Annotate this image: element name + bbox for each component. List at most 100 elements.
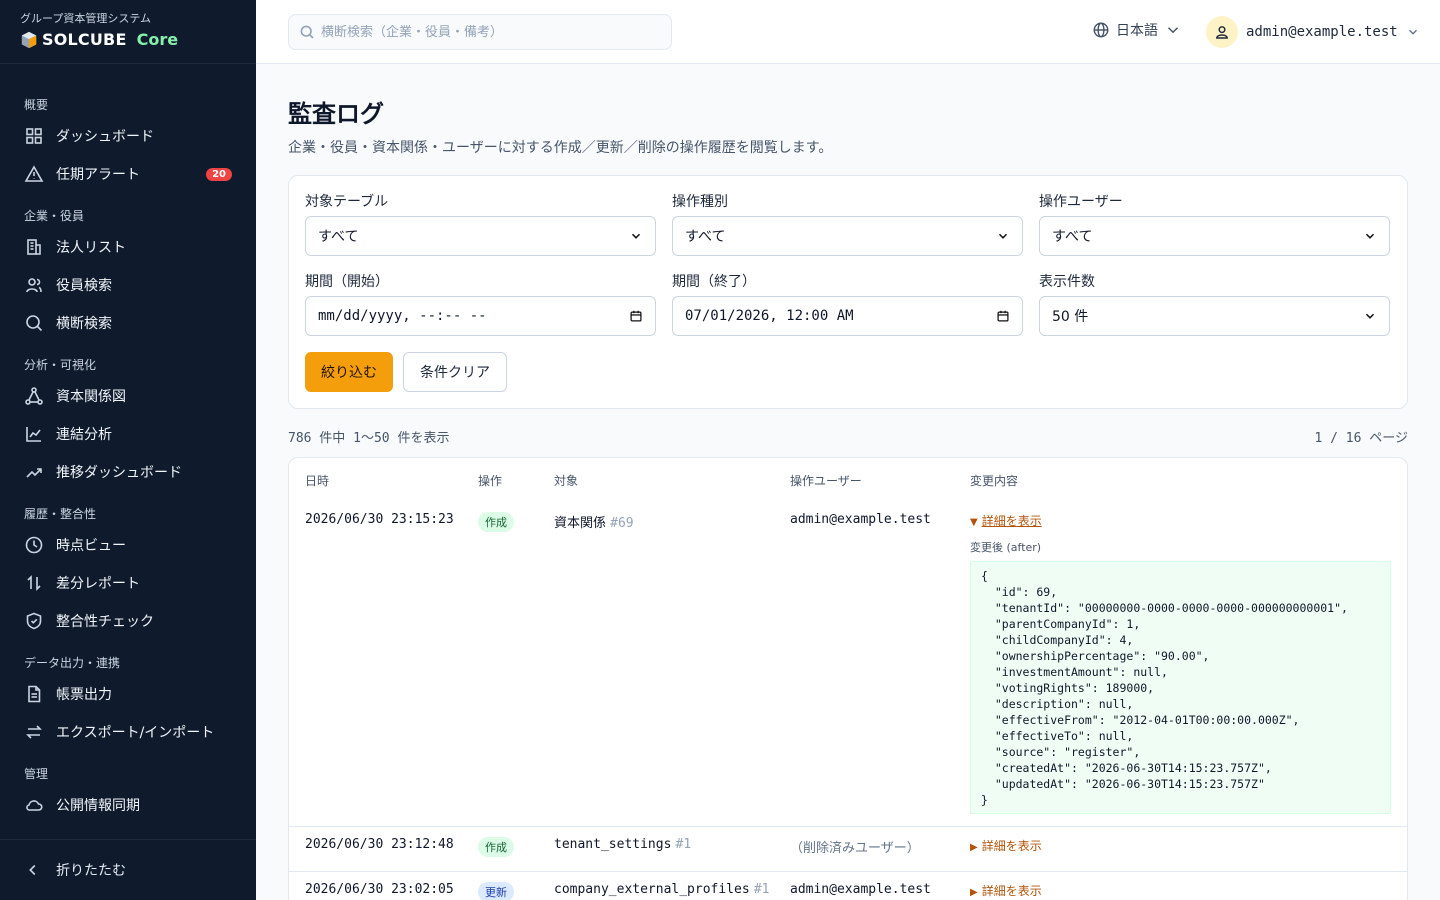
user-email: admin@example.test [1246, 24, 1398, 40]
sidebar-item-label: 資本関係図 [56, 389, 126, 405]
brand-name: SOLCUBE [42, 30, 127, 49]
sidebar-item-consolidation[interactable]: 連結分析 [0, 415, 256, 453]
collapsed-triangle-icon: ▶ [970, 887, 978, 898]
date-from-input[interactable]: mm/dd/yyyy, --:-- -- [305, 296, 656, 336]
field-label: 期間（開始） [305, 274, 389, 290]
sidebar-item-term-alerts[interactable]: 任期アラート 20 [0, 155, 256, 193]
clock-icon [25, 536, 43, 554]
sidebar-item-label: 役員検索 [56, 278, 112, 294]
user-select[interactable]: すべて [1039, 216, 1390, 256]
expanded-triangle-icon: ▼ [970, 517, 978, 528]
nav-section-title: 管理 [24, 767, 49, 781]
page-indicator: 1 / 16 ページ [1314, 431, 1408, 446]
nav-section-title: 履歴・整合性 [24, 507, 97, 521]
column-header: 変更内容 [970, 473, 1019, 488]
sidebar-item-companies[interactable]: 法人リスト [0, 228, 256, 266]
chevron-left-icon [29, 864, 36, 876]
sidebar-item-export-import[interactable]: エクスポート/インポート [0, 713, 256, 751]
users-icon [26, 278, 42, 293]
collapse-label: 折りたたむ [56, 863, 126, 879]
calendar-icon [997, 310, 1009, 322]
global-search[interactable] [288, 14, 672, 50]
sidebar-item-label: ダッシュボード [56, 129, 154, 145]
table-select[interactable]: すべて [305, 216, 656, 256]
swap-horizontal-icon [26, 725, 42, 739]
row-target: tenant_settings #1 [554, 827, 790, 871]
column-header: 操作ユーザー [790, 473, 862, 488]
target-id: #1 [675, 837, 692, 852]
details-toggle[interactable]: ▶ 詳細を表示 [970, 882, 1391, 899]
sidebar-item-trend-dashboard[interactable]: 推移ダッシュボード [0, 453, 256, 491]
sidebar-item-label: 整合性チェック [56, 614, 154, 630]
sidebar-item-capital-graph[interactable]: 資本関係図 [0, 377, 256, 415]
date-to-input[interactable]: 07/01/2026, 12:00 AM [672, 296, 1023, 336]
chevron-down-icon [1167, 27, 1179, 34]
sidebar-item-label: 公開情報同期 [56, 798, 140, 814]
target-name: tenant_settings [554, 837, 672, 852]
document-icon [28, 685, 41, 703]
select-value: すべて [318, 229, 359, 245]
sidebar-item-officers[interactable]: 役員検索 [0, 266, 256, 304]
line-chart-icon [26, 427, 41, 442]
sidebar-item-point-in-time[interactable]: 時点ビュー [0, 526, 256, 564]
search-icon [300, 25, 314, 39]
action-select[interactable]: すべて [672, 216, 1023, 256]
sidebar-item-label: 帳票出力 [56, 687, 112, 703]
filter-user-field: 操作ユーザー すべて [1039, 192, 1390, 272]
chevron-down-icon [631, 233, 641, 239]
top-header: 日本語 admin@example.test [256, 0, 1440, 64]
sidebar-item-reports[interactable]: 帳票出力 [0, 675, 256, 713]
sidebar-item-cross-search[interactable]: 横断検索 [0, 304, 256, 342]
clear-filter-button[interactable]: 条件クリア [403, 352, 507, 392]
swap-vertical-icon [27, 575, 41, 591]
sidebar-item-label: 横断検索 [56, 316, 112, 332]
brand[interactable]: グループ資本管理システム SOLCUBE Core [0, 0, 256, 64]
global-search-input[interactable] [321, 24, 661, 40]
sidebar-nav: 概要 ダッシュボード 任期アラート 20 企業・役員 法人リスト 役員検索 横断… [0, 64, 256, 839]
user-menu[interactable]: admin@example.test [1206, 16, 1420, 48]
sidebar-item-integrity-check[interactable]: 整合性チェック [0, 602, 256, 640]
sidebar-item-label: 時点ビュー [56, 538, 126, 554]
filter-limit-field: 表示件数 50 件 [1039, 272, 1390, 352]
sidebar-item-dashboard[interactable]: ダッシュボード [0, 117, 256, 155]
sidebar-item-label: 差分レポート [56, 576, 140, 592]
sidebar-item-public-sync[interactable]: 公開情報同期 [0, 786, 256, 824]
avatar [1206, 16, 1238, 48]
sidebar-item-label: 法人リスト [56, 240, 126, 256]
cloud-icon [26, 800, 43, 811]
field-label: 対象テーブル [305, 194, 389, 210]
row-details: ▶ 詳細を表示 [970, 827, 1407, 871]
language-selector[interactable]: 日本語 [1092, 20, 1182, 40]
details-link: 詳細を表示 [981, 839, 1042, 853]
row-details: ▼ 詳細を表示 変更後 (after) { "id": 69, "tenantId… [970, 502, 1407, 826]
row-target: company_external_profiles #1 [554, 872, 790, 900]
sidebar-item-label: 連結分析 [56, 427, 112, 443]
input-value: 07/01/2026, 12:00 AM [685, 308, 854, 324]
limit-select[interactable]: 50 件 [1039, 296, 1390, 336]
sidebar: グループ資本管理システム SOLCUBE Core 概要 ダッシュボード 任期ア… [0, 0, 256, 900]
sidebar-item-diff-report[interactable]: 差分レポート [0, 564, 256, 602]
filter-from-field: 期間（開始） mm/dd/yyyy, --:-- -- [305, 272, 656, 352]
shield-icon [26, 612, 42, 630]
apply-filter-button[interactable]: 絞り込む [305, 352, 393, 392]
filter-table-field: 対象テーブル すべて [305, 192, 656, 272]
nav-section-title: 概要 [24, 98, 49, 112]
field-label: 期間（終了） [672, 274, 756, 290]
details-toggle[interactable]: ▼ 詳細を表示 [970, 512, 1391, 529]
field-label: 操作ユーザー [1039, 194, 1123, 210]
brand-accent: Core [136, 30, 179, 49]
building-icon [27, 239, 41, 255]
sidebar-item-label: 推移ダッシュボード [56, 465, 182, 481]
details-toggle[interactable]: ▶ 詳細を表示 [970, 837, 1391, 854]
collapse-sidebar-button[interactable]: 折りたたむ [0, 839, 256, 900]
row-details: ▶ 詳細を表示 [970, 872, 1407, 900]
action-badge: 作成 [478, 512, 514, 532]
column-header: 日時 [305, 473, 330, 488]
row-datetime: 2026/06/30 23:12:48 [305, 837, 454, 852]
target-id: #1 [753, 882, 770, 897]
brand-subtitle: グループ資本管理システム [20, 12, 152, 25]
action-badge: 更新 [478, 882, 514, 900]
search-icon [26, 315, 43, 332]
column-header: 操作 [478, 473, 503, 488]
main-content: 監査ログ 企業・役員・資本関係・ユーザーに対する作成／更新／削除の操作履歴を閲覧… [288, 64, 1408, 900]
